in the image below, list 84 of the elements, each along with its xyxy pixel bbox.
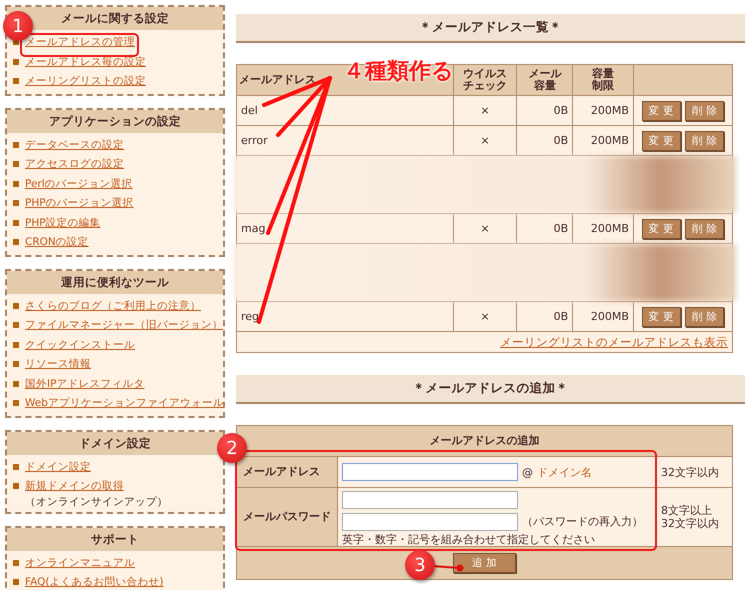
- email-address: reg: [241, 310, 260, 323]
- bullet-icon: [13, 464, 19, 470]
- menu-link[interactable]: リソース情報: [25, 358, 91, 370]
- bullet-icon: [13, 180, 19, 186]
- panel-title: サポート: [7, 528, 223, 550]
- bullet-icon: [13, 342, 19, 348]
- menu-link[interactable]: 国外IPアドレスフィルタ: [25, 378, 144, 390]
- add-button[interactable]: 追 加: [452, 553, 516, 573]
- menu-link[interactable]: Perlのバージョン選択: [25, 178, 133, 190]
- password-confirm-input[interactable]: [342, 512, 518, 530]
- delete-button[interactable]: 削 除: [684, 306, 724, 326]
- virus-check-mark: ×: [480, 134, 490, 147]
- address-input[interactable]: [342, 463, 518, 481]
- capacity-limit: 200MB: [590, 134, 629, 147]
- field-label: メールアドレス: [236, 456, 338, 488]
- menu-link[interactable]: クイックインストール: [25, 338, 135, 350]
- bullet-icon: [13, 483, 19, 489]
- menu-link[interactable]: FAQ(よくあるお問い合わせ): [25, 576, 164, 588]
- section-title: ＊メールアドレス一覧＊: [236, 14, 745, 43]
- bullet-icon: [13, 322, 19, 328]
- menu-link[interactable]: アクセスログの設定: [25, 158, 124, 170]
- bullet-icon: [13, 380, 19, 386]
- column-header: 容量制限: [591, 68, 616, 92]
- edit-button[interactable]: 変 更: [642, 100, 681, 120]
- menu-link[interactable]: オンラインマニュアル: [25, 556, 135, 568]
- delete-button[interactable]: 削 除: [684, 130, 724, 150]
- form-title: メールアドレスの追加: [236, 426, 732, 456]
- virus-check-mark: ×: [480, 222, 490, 235]
- panel-title: 運用に便利なツール: [7, 270, 223, 294]
- mail-usage: 0B: [554, 222, 568, 235]
- capacity-limit: 200MB: [590, 310, 629, 323]
- email-address: error: [241, 134, 268, 147]
- bullet-icon: [13, 239, 19, 245]
- email-address: del: [241, 104, 258, 117]
- bullet-icon: [13, 220, 19, 226]
- bullet-icon: [13, 400, 19, 406]
- domain-name: ドメイン名: [537, 466, 592, 478]
- menu-link[interactable]: メーリングリストの設定: [25, 75, 146, 87]
- mail-usage: 0B: [554, 310, 568, 323]
- panel-title: ドメイン設定: [7, 432, 223, 454]
- bullet-icon: [13, 200, 19, 206]
- field-label: メールパスワード: [236, 488, 338, 546]
- mail-usage: 0B: [554, 134, 568, 147]
- menu-link[interactable]: ドメイン設定: [25, 460, 91, 472]
- bullet-icon: [13, 361, 19, 367]
- at-sign: @: [522, 466, 533, 478]
- edit-button[interactable]: 変 更: [642, 218, 681, 238]
- bullet-icon: [13, 579, 19, 585]
- edit-button[interactable]: 変 更: [642, 306, 681, 326]
- column-header: ウイルスチェック: [462, 68, 508, 92]
- menu-link[interactable]: データベースの設定: [25, 138, 124, 150]
- menu-link[interactable]: ファイルマネージャー（旧バージョン）: [25, 319, 223, 331]
- section-title: ＊メールアドレスの追加＊: [236, 375, 745, 404]
- panel-title: アプリケーションの設定: [7, 110, 223, 132]
- menu-link[interactable]: Webアプリケーションファイアウォール: [25, 397, 224, 409]
- mail-usage: 0B: [554, 104, 568, 117]
- virus-check-mark: ×: [480, 104, 490, 117]
- menu-link[interactable]: メールアドレス毎の設定: [25, 56, 146, 68]
- edit-button[interactable]: 変 更: [642, 130, 681, 150]
- menu-link[interactable]: 新規ドメインの取得: [25, 480, 124, 492]
- column-header: メール容量: [527, 68, 562, 92]
- bullet-icon: [13, 142, 19, 148]
- bullet-icon: [13, 161, 19, 167]
- delete-button[interactable]: 削 除: [684, 218, 724, 238]
- bullet-icon: [13, 78, 19, 84]
- menu-link[interactable]: PHP設定の編集: [25, 216, 101, 228]
- menu-note: （オンラインサインアップ）: [25, 496, 168, 508]
- password-hint: 英字・数字・記号を組み合わせて指定してください: [342, 532, 595, 546]
- menu-link[interactable]: PHPのバージョン選択: [25, 197, 134, 209]
- capacity-limit: 200MB: [590, 104, 629, 117]
- length-note: 8文字以上 32文字以内: [661, 504, 719, 530]
- email-address: mag: [241, 222, 266, 235]
- menu-link[interactable]: CRONの設定: [25, 236, 89, 248]
- length-note: 32文字以内: [661, 466, 719, 478]
- bullet-icon: [13, 560, 19, 566]
- reenter-note: （パスワードの再入力）: [522, 515, 643, 528]
- password-input[interactable]: [342, 490, 518, 508]
- annotation-text: ４種類作る: [343, 58, 454, 86]
- capacity-limit: 200MB: [590, 222, 629, 235]
- bullet-icon: [13, 302, 19, 308]
- bullet-icon: [13, 58, 19, 64]
- menu-link[interactable]: さくらのブログ（ご利用上の注意）: [25, 300, 201, 312]
- delete-button[interactable]: 削 除: [684, 100, 724, 120]
- virus-check-mark: ×: [480, 310, 490, 323]
